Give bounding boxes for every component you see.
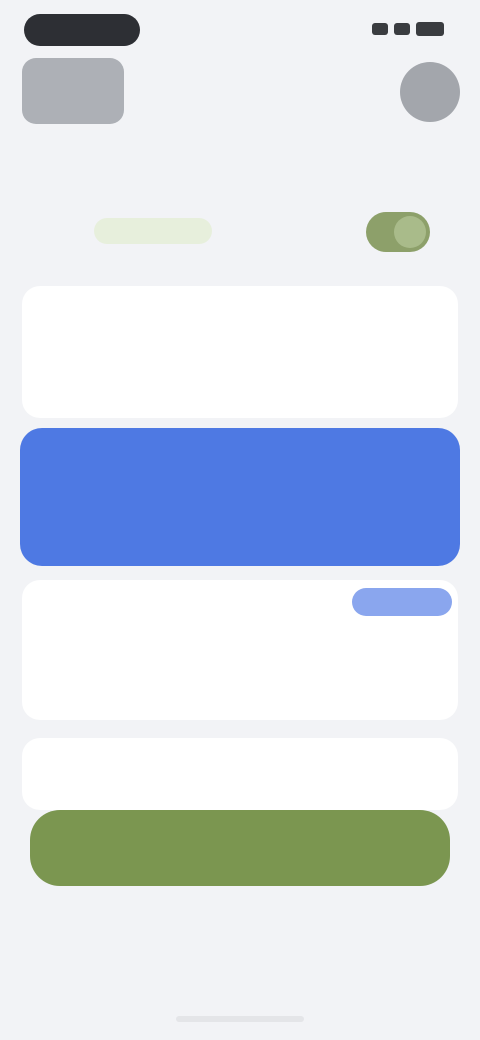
toggle-switch[interactable]	[366, 212, 430, 252]
toggle-left-label[interactable]	[94, 218, 212, 244]
selected-plan-card[interactable]	[20, 428, 460, 566]
mode-toggle-row	[24, 204, 456, 260]
plan-card-1[interactable]	[22, 286, 458, 418]
toggle-right-label	[274, 221, 374, 243]
continue-button[interactable]	[30, 810, 450, 886]
back-button[interactable]	[22, 58, 124, 124]
status-time	[24, 14, 140, 46]
card-amount	[432, 678, 438, 696]
status-badge	[352, 588, 452, 616]
status-bar	[0, 0, 480, 58]
avatar[interactable]	[400, 62, 460, 122]
status-icons	[372, 22, 444, 36]
card-amount	[432, 376, 438, 394]
page-title	[120, 150, 366, 180]
home-indicator[interactable]	[176, 1016, 304, 1022]
battery-icon	[416, 22, 444, 36]
plan-card-4[interactable]	[22, 738, 458, 810]
toggle-knob	[394, 216, 426, 248]
signal-icon	[372, 23, 388, 35]
wifi-icon	[394, 23, 410, 35]
